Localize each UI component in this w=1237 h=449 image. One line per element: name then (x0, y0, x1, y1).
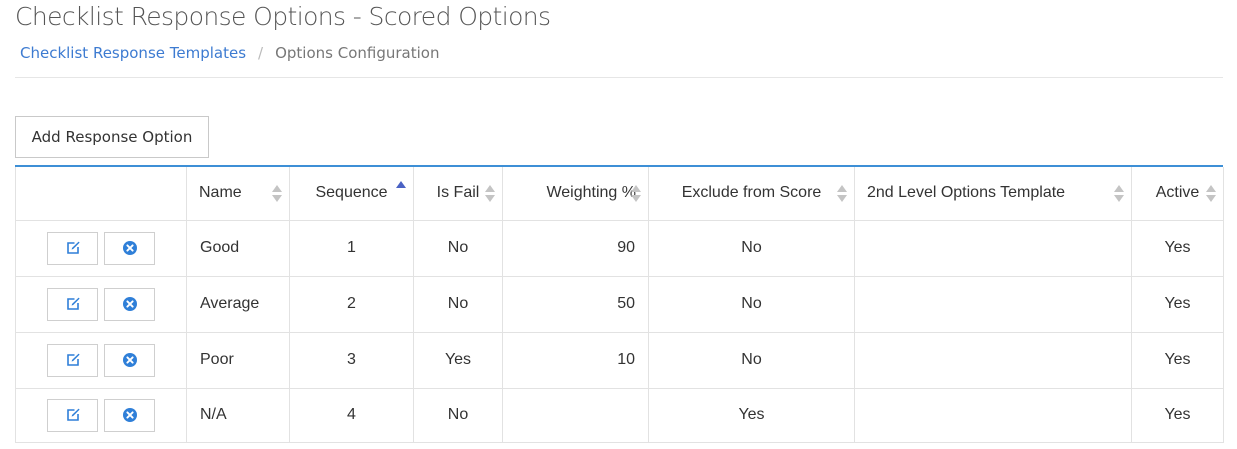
cell-is-fail: No (413, 387, 503, 443)
delete-icon (122, 297, 137, 311)
edit-button[interactable] (47, 343, 98, 377)
cell-2nd-level-template (854, 387, 1132, 443)
edit-button[interactable] (47, 398, 98, 432)
row-actions-cell (15, 275, 187, 333)
response-options-grid: Name Sequence Is Fail Weighting % Exclud… (15, 165, 1224, 443)
table-row: N/A 4 No Yes Yes (15, 387, 1224, 443)
column-header-active[interactable]: Active (1131, 167, 1224, 221)
breadcrumb: Checklist Response Templates / Options C… (20, 42, 439, 64)
delete-button[interactable] (104, 287, 155, 321)
sort-icon[interactable] (837, 185, 847, 203)
edit-icon (66, 353, 80, 366)
cell-name: Poor (186, 331, 290, 389)
cell-weighting: 10 (502, 331, 649, 389)
cell-sequence: 4 (289, 387, 414, 443)
cell-weighting: 90 (502, 219, 649, 277)
breadcrumb-separator: / (258, 44, 264, 62)
sort-icon[interactable] (631, 185, 641, 203)
cell-weighting (502, 387, 649, 443)
cell-2nd-level-template (854, 219, 1132, 277)
column-header-sequence[interactable]: Sequence (289, 167, 414, 221)
cell-2nd-level-template (854, 331, 1132, 389)
breadcrumb-link-response-templates[interactable]: Checklist Response Templates (20, 44, 246, 62)
cell-sequence: 3 (289, 331, 414, 389)
edit-icon (66, 297, 80, 310)
cell-exclude-from-score: No (648, 331, 855, 389)
cell-name: Average (186, 275, 290, 333)
sort-icon[interactable] (1114, 185, 1124, 203)
delete-icon (122, 353, 137, 367)
cell-exclude-from-score: Yes (648, 387, 855, 443)
header-divider (15, 77, 1223, 78)
row-actions-cell (15, 219, 187, 277)
delete-icon (122, 241, 137, 255)
cell-exclude-from-score: No (648, 275, 855, 333)
table-body: Good 1 No 90 No Yes Average 2 No 50 No Y… (15, 219, 1224, 443)
column-header-name[interactable]: Name (186, 167, 290, 221)
cell-name: N/A (186, 387, 290, 443)
response-options-table: Name Sequence Is Fail Weighting % Exclud… (15, 167, 1224, 443)
cell-sequence: 2 (289, 275, 414, 333)
cell-exclude-from-score: No (648, 219, 855, 277)
column-header-weighting[interactable]: Weighting % (502, 167, 649, 221)
breadcrumb-current: Options Configuration (275, 44, 440, 62)
cell-2nd-level-template (854, 275, 1132, 333)
cell-is-fail: Yes (413, 331, 503, 389)
table-row: Average 2 No 50 No Yes (15, 275, 1224, 333)
delete-icon (122, 408, 137, 422)
column-header-actions (15, 167, 187, 221)
edit-button[interactable] (47, 287, 98, 321)
row-actions-cell (15, 331, 187, 389)
sort-icon[interactable] (1206, 185, 1216, 203)
add-response-option-button[interactable]: Add Response Option (15, 116, 209, 158)
row-actions-cell (15, 387, 187, 443)
cell-is-fail: No (413, 219, 503, 277)
edit-button[interactable] (47, 231, 98, 265)
cell-weighting: 50 (502, 275, 649, 333)
cell-name: Good (186, 219, 290, 277)
table-row: Good 1 No 90 No Yes (15, 219, 1224, 277)
delete-button[interactable] (104, 398, 155, 432)
delete-button[interactable] (104, 231, 155, 265)
sort-icon[interactable] (272, 185, 282, 203)
delete-button[interactable] (104, 343, 155, 377)
cell-active: Yes (1131, 387, 1224, 443)
table-row: Poor 3 Yes 10 No Yes (15, 331, 1224, 389)
cell-is-fail: No (413, 275, 503, 333)
cell-active: Yes (1131, 331, 1224, 389)
column-header-is-fail[interactable]: Is Fail (413, 167, 503, 221)
edit-icon (66, 241, 80, 254)
page-title: Checklist Response Options - Scored Opti… (15, 2, 551, 31)
sort-icon[interactable] (485, 185, 495, 203)
edit-icon (66, 408, 80, 421)
sort-ascending-icon[interactable] (396, 181, 406, 199)
column-header-exclude-from-score[interactable]: Exclude from Score (648, 167, 855, 221)
column-header-2nd-level-template[interactable]: 2nd Level Options Template (854, 167, 1132, 221)
cell-active: Yes (1131, 219, 1224, 277)
cell-active: Yes (1131, 275, 1224, 333)
cell-sequence: 1 (289, 219, 414, 277)
